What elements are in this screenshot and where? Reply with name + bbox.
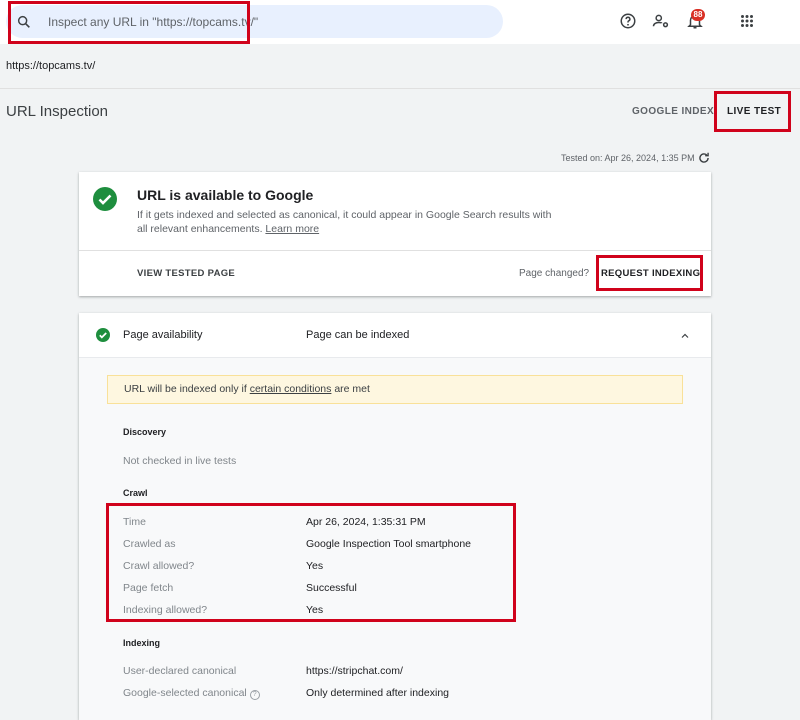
- highlight-request-indexing: [596, 255, 703, 291]
- highlight-live-test: [714, 91, 791, 132]
- status-description: If it gets indexed and selected as canon…: [137, 209, 552, 235]
- page-availability-header[interactable]: Page availability Page can be indexed: [79, 313, 711, 357]
- discovery-heading: Discovery: [123, 427, 167, 437]
- highlight-search: [8, 1, 250, 44]
- header-divider: [0, 88, 800, 89]
- notification-count-badge: 88: [691, 9, 705, 21]
- highlight-crawl-details: [106, 503, 516, 622]
- apps-grid-icon[interactable]: [738, 12, 756, 30]
- user-declared-canonical-value: https://stripchat.com/: [306, 665, 403, 677]
- help-circle-icon[interactable]: ?: [249, 690, 260, 700]
- discovery-value: Not checked in live tests: [123, 455, 237, 467]
- indexing-heading: Indexing: [123, 638, 161, 648]
- crawl-heading: Crawl: [123, 488, 148, 498]
- property-url: https://topcams.tv/: [6, 60, 96, 72]
- certain-conditions-link[interactable]: certain conditions: [250, 383, 332, 395]
- view-tested-page-button[interactable]: VIEW TESTED PAGE: [137, 268, 235, 279]
- user-declared-canonical-label: User-declared canonical: [123, 665, 237, 677]
- learn-more-link[interactable]: Learn more: [265, 223, 319, 235]
- manage-users-icon[interactable]: [652, 12, 670, 30]
- tested-on-timestamp: Tested on: Apr 26, 2024, 1:35 PM: [561, 153, 695, 163]
- card-divider: [79, 250, 711, 251]
- refresh-icon[interactable]: [697, 151, 711, 165]
- page-availability-label: Page availability: [123, 329, 203, 341]
- page-title: URL Inspection: [6, 103, 108, 120]
- availability-status: URL is available to Google: [137, 187, 314, 203]
- page-availability-value: Page can be indexed: [306, 329, 410, 341]
- page-changed-label: Page changed?: [519, 268, 590, 279]
- google-selected-canonical-value: Only determined after indexing: [306, 687, 449, 699]
- tab-google-index[interactable]: GOOGLE INDEX: [632, 106, 714, 117]
- chevron-up-icon[interactable]: [679, 330, 691, 342]
- help-icon[interactable]: [619, 12, 637, 30]
- check-circle-icon: [96, 328, 110, 342]
- check-circle-icon: [93, 187, 117, 211]
- conditions-notice: URL will be indexed only if certain cond…: [107, 375, 683, 404]
- google-selected-canonical-label: Google-selected canonical?: [123, 687, 260, 700]
